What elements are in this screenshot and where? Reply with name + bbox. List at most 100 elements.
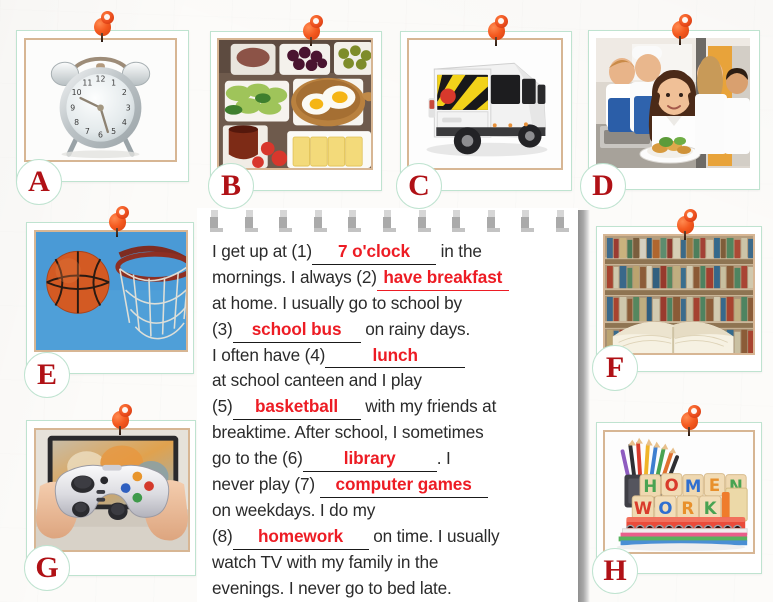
svg-text:E: E	[709, 476, 720, 495]
svg-text:H: H	[643, 477, 657, 496]
page-edge-shadow	[578, 210, 590, 602]
homework-blocks-icon: H O M E N W O R K	[605, 432, 753, 552]
answer-text-5: basketball	[255, 396, 339, 417]
spiral-ring	[311, 210, 327, 234]
static-text: at home. I usually go to school by	[212, 292, 462, 313]
school-bus-van-icon	[409, 40, 561, 168]
svg-text:K: K	[704, 499, 718, 518]
answer-text-4: lunch	[372, 344, 418, 365]
photo-breakfast	[217, 38, 373, 170]
spiral-ring	[449, 210, 466, 234]
photo-label-d-text: D	[592, 169, 614, 202]
svg-text:R: R	[681, 499, 694, 518]
photo-label-b-text: B	[220, 169, 241, 202]
photo-alarm-clock: 12 1 2 345 678 9 10 11	[24, 38, 177, 162]
answer-blank-7[interactable]: computer games	[319, 471, 488, 498]
svg-text:M: M	[685, 477, 701, 496]
photo-label-e-text: E	[36, 358, 57, 391]
static-text: . I	[436, 448, 451, 469]
spiral-ring	[553, 210, 569, 234]
photo-homework: H O M E N W O R K	[603, 430, 755, 554]
photo-label-c: C	[396, 163, 442, 209]
answer-text-7: computer games	[335, 474, 472, 495]
pushpin-a	[92, 11, 116, 42]
paragraph-line: watch TV with my family in the	[212, 550, 568, 576]
library-books-icon	[605, 236, 753, 353]
school-canteen-lunch-icon	[596, 38, 750, 168]
svg-text:11: 11	[82, 79, 92, 88]
svg-text:O: O	[658, 499, 672, 518]
answer-text-6: library	[343, 448, 396, 469]
paragraph-line: never play (7) computer games	[212, 472, 568, 498]
photo-school-bus	[407, 38, 563, 170]
spiral-ring	[518, 210, 535, 234]
svg-text:12: 12	[96, 75, 106, 84]
static-text: on weekdays. I do my	[212, 499, 376, 520]
paragraph-line: (5) basketball with my friends at	[212, 393, 568, 421]
svg-text:10: 10	[72, 88, 82, 97]
spiral-ring	[345, 210, 362, 234]
answer-blank-5[interactable]: basketball	[232, 393, 361, 421]
photo-label-b: B	[208, 163, 254, 209]
answer-blank-2[interactable]: have breakfast	[376, 264, 509, 291]
svg-text:3: 3	[126, 104, 131, 113]
photo-label-c-text: C	[408, 169, 430, 202]
answer-text-8: homework	[257, 525, 344, 546]
photo-label-h: H	[592, 548, 638, 594]
paragraph-line: mornings. I always (2) have breakfast	[212, 265, 568, 291]
answer-blank-3[interactable]: school bus	[232, 316, 361, 343]
static-text: I often have (4)	[212, 344, 326, 365]
notebook-spiral-binding	[197, 208, 578, 238]
static-text: mornings. I always (2)	[212, 266, 377, 287]
spiral-ring	[380, 210, 396, 234]
static-text: at school canteen and I play	[212, 370, 422, 391]
answer-blank-4[interactable]: lunch	[325, 342, 466, 369]
paragraph-line: I get up at (1) 7 o'clock in the	[212, 239, 568, 265]
photo-basketball	[34, 230, 188, 352]
static-text: (8)	[212, 525, 233, 546]
photo-label-g-text: G	[35, 551, 59, 584]
paragraph-line: evenings. I never go to bed late.	[212, 576, 568, 602]
photo-frame-e[interactable]	[26, 206, 194, 374]
static-text: in the	[435, 241, 482, 261]
answer-blank-1[interactable]: 7 o'clock	[311, 238, 436, 265]
static-text: on time. I usually	[368, 525, 500, 546]
controller-body	[54, 464, 170, 520]
student-boy-back	[724, 68, 750, 154]
svg-text:6: 6	[98, 131, 103, 140]
spiral-ring	[484, 210, 500, 234]
svg-text:7: 7	[85, 127, 90, 136]
answer-blank-6[interactable]: library	[302, 445, 437, 473]
static-text: evenings. I never go to bed late.	[212, 577, 452, 598]
photo-label-e: E	[24, 352, 70, 398]
answer-text-3: school bus	[251, 318, 342, 339]
alarm-clock-icon: 12 12 345 678 91011	[26, 40, 175, 160]
svg-text:2: 2	[122, 88, 127, 97]
paragraph-line: breaktime. After school, I sometimes	[212, 420, 568, 446]
worksheet-canvas: I get up at (1) 7 o'clock in the mornings.…	[0, 0, 773, 602]
open-book	[612, 321, 734, 353]
paragraph-line: (8) homework on time. I usually	[212, 524, 568, 550]
basketball-ball	[46, 250, 110, 314]
pushpin-e	[107, 206, 131, 237]
static-text: I get up at (1)	[212, 241, 312, 261]
answer-text-2: have breakfast	[383, 266, 503, 287]
spiral-ring	[242, 210, 258, 234]
static-text: with my friends at	[360, 396, 497, 417]
static-text: (5)	[212, 396, 233, 417]
photo-label-g: G	[24, 545, 70, 591]
answer-blank-8[interactable]: homework	[232, 523, 369, 550]
svg-text:5: 5	[111, 127, 116, 136]
static-text: on rainy days.	[360, 318, 471, 339]
svg-text:1: 1	[111, 79, 116, 88]
paragraph-line: on weekdays. I do my	[212, 498, 568, 524]
photo-label-f: F	[592, 345, 638, 391]
static-text: go to the (6)	[212, 448, 303, 469]
svg-text:8: 8	[74, 118, 79, 127]
static-text: breaktime. After school, I sometimes	[212, 422, 484, 443]
svg-text:O: O	[665, 476, 679, 495]
pushpin-b	[301, 15, 325, 46]
photo-label-a: A	[16, 159, 62, 205]
answer-text-1: 7 o'clock	[337, 241, 410, 261]
spiral-ring	[415, 210, 431, 234]
